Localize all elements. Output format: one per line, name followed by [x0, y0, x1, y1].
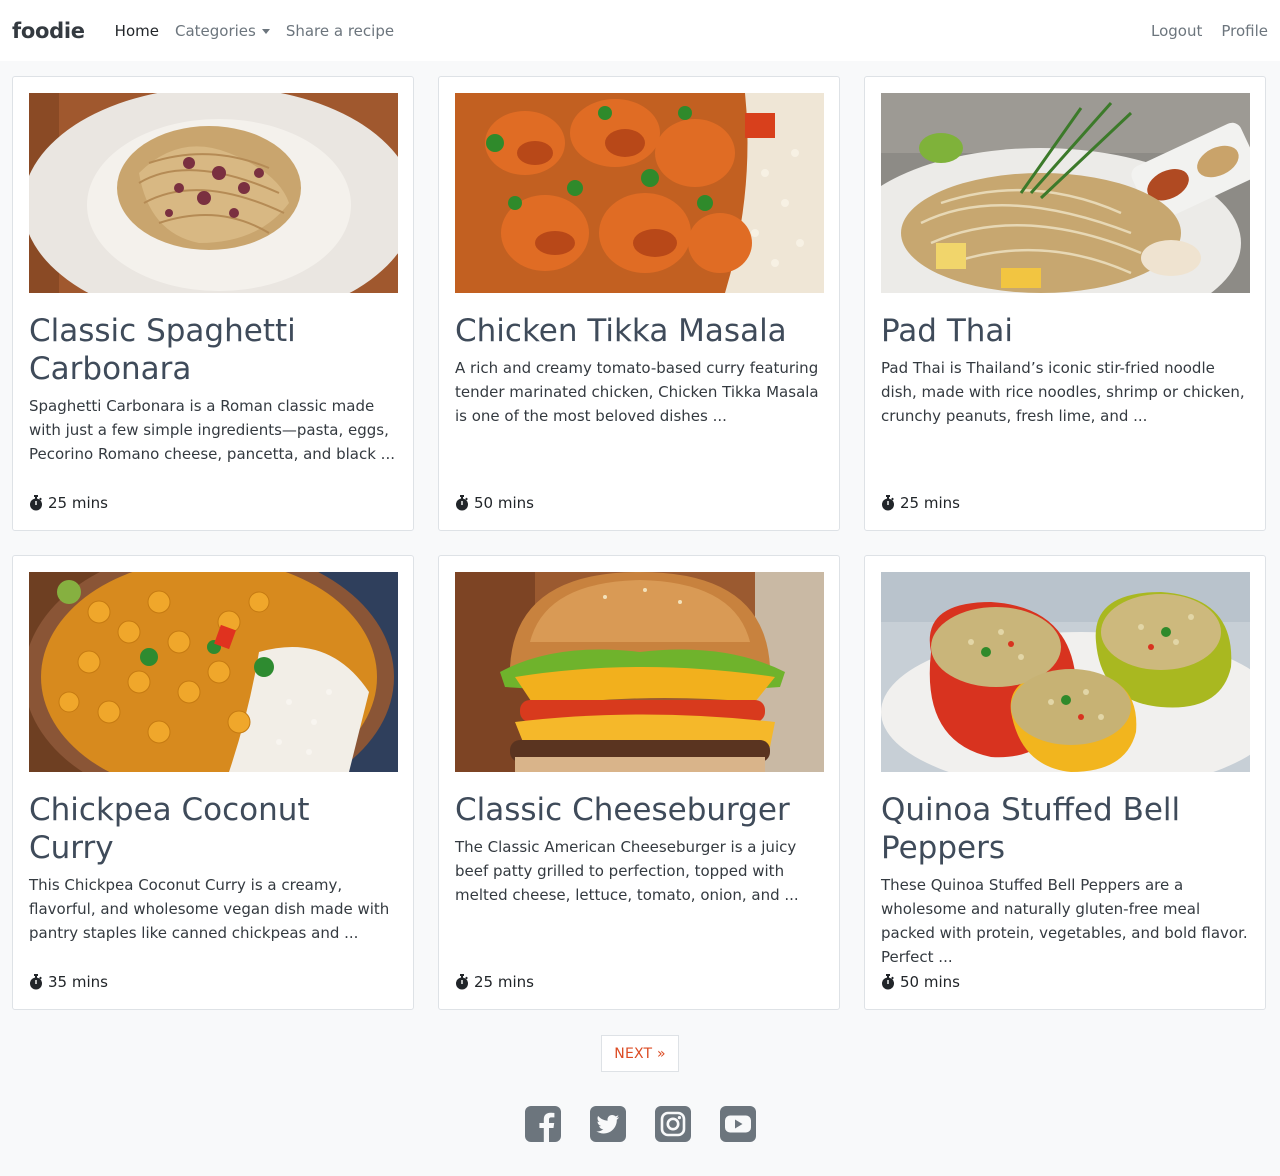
carbonara-photo[interactable]	[29, 93, 398, 293]
twitter-icon[interactable]	[589, 1106, 626, 1142]
pad-thai-photo[interactable]	[881, 93, 1250, 293]
recipe-description: The Classic American Cheeseburger is a j…	[455, 838, 799, 904]
recipe-time: 50 mins	[455, 494, 534, 512]
nav-profile[interactable]: Profile	[1221, 22, 1268, 40]
recipe-time-label: 35 mins	[48, 973, 108, 991]
facebook-icon[interactable]	[524, 1106, 561, 1142]
stopwatch-icon	[882, 495, 894, 511]
recipe-title[interactable]: Quinoa Stuffed Bell Peppers	[881, 791, 1249, 867]
social-links	[0, 1106, 1280, 1142]
stopwatch-icon	[456, 974, 468, 990]
instagram-icon[interactable]	[654, 1106, 691, 1142]
recipe-description: A rich and creamy tomato-based curry fea…	[455, 359, 819, 425]
youtube-icon[interactable]	[719, 1106, 756, 1142]
tikka-masala-photo[interactable]	[455, 93, 824, 293]
nav-right: Logout Profile	[1151, 22, 1268, 40]
nav-categories-dropdown[interactable]: Categories	[175, 22, 270, 40]
recipe-time-label: 25 mins	[474, 973, 534, 991]
recipe-title[interactable]: Classic Spaghetti Carbonara	[29, 312, 397, 388]
recipe-time-label: 25 mins	[48, 494, 108, 512]
next-page-button[interactable]: NEXT »	[601, 1035, 679, 1072]
stopwatch-icon	[456, 495, 468, 511]
nav-categories-label: Categories	[174, 21, 256, 40]
recipe-time-label: 25 mins	[900, 494, 960, 512]
chickpea-curry-photo[interactable]	[29, 572, 398, 772]
recipe-description: Pad Thai is Thailand’s iconic stir-fried…	[881, 359, 1245, 425]
recipe-card[interactable]: Chicken Tikka Masala A rich and creamy t…	[438, 76, 840, 531]
recipe-time: 25 mins	[455, 973, 534, 991]
recipe-card[interactable]: Classic Spaghetti Carbonara Spaghetti Ca…	[12, 76, 414, 531]
recipe-time-label: 50 mins	[900, 973, 960, 991]
recipe-title[interactable]: Classic Cheeseburger	[455, 791, 823, 829]
recipe-time: 25 mins	[29, 494, 108, 512]
stopwatch-icon	[30, 974, 42, 990]
nav-share-recipe[interactable]: Share a recipe	[286, 22, 394, 40]
recipe-title[interactable]: Chickpea Coconut Curry	[29, 791, 397, 867]
recipe-time: 50 mins	[881, 973, 960, 991]
brand-logo[interactable]: foodie	[12, 19, 85, 43]
chevron-down-icon	[261, 28, 270, 34]
recipe-time: 25 mins	[881, 494, 960, 512]
recipe-card[interactable]: Quinoa Stuffed Bell Peppers These Quinoa…	[864, 555, 1266, 1010]
recipe-card[interactable]: Chickpea Coconut Curry This Chickpea Coc…	[12, 555, 414, 1010]
nav-logout[interactable]: Logout	[1151, 22, 1202, 40]
recipe-description: This Chickpea Coconut Curry is a creamy,…	[29, 876, 390, 942]
recipe-card[interactable]: Pad Thai Pad Thai is Thailand’s iconic s…	[864, 76, 1266, 531]
recipe-title[interactable]: Pad Thai	[881, 312, 1249, 350]
pagination: NEXT »	[0, 1035, 1280, 1072]
recipe-grid: Classic Spaghetti Carbonara Spaghetti Ca…	[0, 61, 1280, 1010]
recipe-card[interactable]: Classic Cheeseburger The Classic America…	[438, 555, 840, 1010]
recipe-time-label: 50 mins	[474, 494, 534, 512]
recipe-title[interactable]: Chicken Tikka Masala	[455, 312, 823, 350]
stuffed-peppers-photo[interactable]	[881, 572, 1250, 772]
stopwatch-icon	[882, 974, 894, 990]
cheeseburger-photo[interactable]	[455, 572, 824, 772]
stopwatch-icon	[30, 495, 42, 511]
navbar: foodie Home Categories Share a recipe Lo…	[0, 0, 1280, 61]
nav-home[interactable]: Home	[115, 22, 159, 40]
recipe-description: Spaghetti Carbonara is a Roman classic m…	[29, 397, 395, 463]
recipe-description: These Quinoa Stuffed Bell Peppers are a …	[881, 876, 1248, 966]
nav-left: Home Categories Share a recipe	[115, 22, 394, 40]
recipe-time: 35 mins	[29, 973, 108, 991]
